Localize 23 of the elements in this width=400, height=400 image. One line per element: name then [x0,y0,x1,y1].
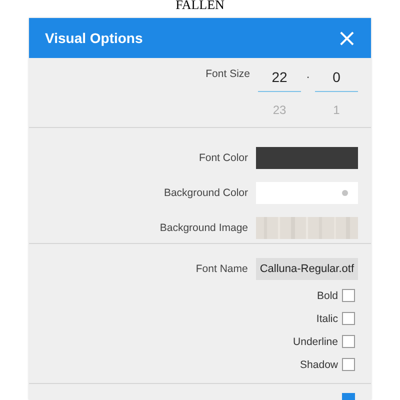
field-label: Background Image [160,222,248,234]
checkbox-label: Shadow [300,358,338,370]
checkbox[interactable] [342,312,355,325]
checkbox[interactable] [342,335,355,348]
checkbox-label: Underline [293,336,338,348]
page-title: FALLEN [174,0,226,14]
close-button[interactable]: × [336,26,357,50]
color-swatch[interactable] [256,182,358,204]
color-swatch[interactable] [256,146,358,168]
dot-icon [342,190,348,196]
checkbox-label: Italic [316,312,338,324]
checkbox[interactable] [342,358,355,371]
dialog-title: Visual Options [45,30,143,46]
field-label: Font Size [206,68,250,80]
field-label: Font Color [198,152,248,164]
field-label: Background Color [164,186,248,198]
number-field[interactable]: 0 [315,64,358,92]
checkbox-label: Bold [316,290,338,302]
font-name-field[interactable]: Calluna-Regular.otf [256,258,358,280]
field-label: Font Name [196,263,248,275]
checkbox[interactable] [342,289,355,302]
decimal-separator: . [305,67,311,81]
number-field[interactable]: 22 [258,64,301,92]
